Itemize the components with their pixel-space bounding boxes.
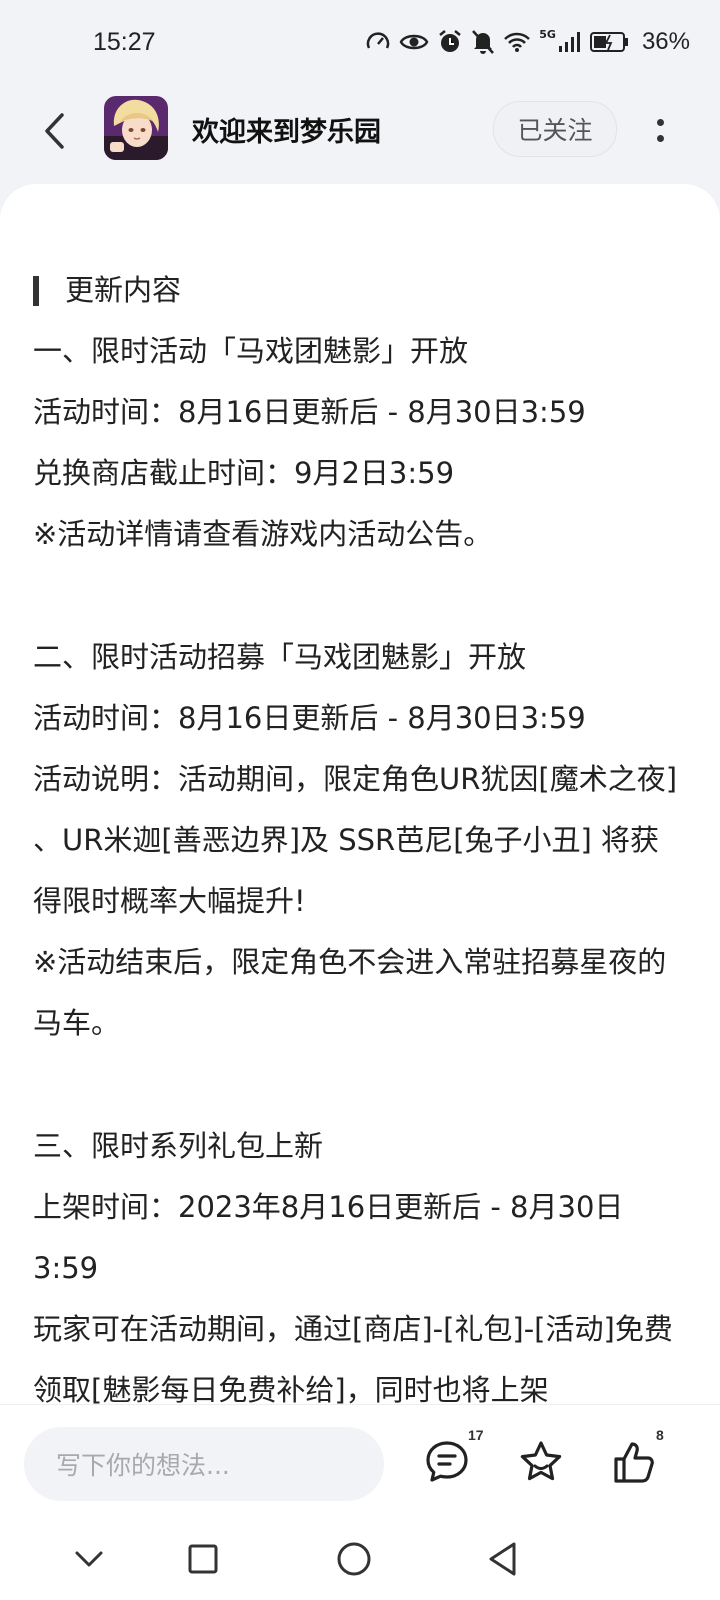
- eye-icon: [399, 34, 429, 50]
- more-dot-icon: [656, 134, 664, 142]
- nav-home-button[interactable]: [329, 1534, 379, 1584]
- network-type: 5G: [539, 28, 556, 41]
- nav-back-button[interactable]: [478, 1534, 528, 1584]
- follow-button[interactable]: 已关注: [493, 101, 617, 157]
- alarm-icon: [439, 30, 462, 52]
- more-options-button[interactable]: [645, 108, 675, 152]
- chevron-left-icon: [45, 113, 64, 149]
- activity-2-time: 活动时间：8月16日更新后 - 8月30日3:59: [33, 701, 586, 735]
- thumbs-up-icon: [614, 1442, 654, 1483]
- comment-icon: [426, 1441, 468, 1482]
- nav-recents-button[interactable]: [178, 1534, 228, 1584]
- activity-3-title: 三、限时系列礼包上新: [33, 1129, 324, 1163]
- comment-input[interactable]: 写下你的想法...: [24, 1427, 384, 1501]
- circle-icon: [337, 1542, 371, 1576]
- article-body: 更新内容 一、限时活动「马戏团魅影」开放 活动时间：8月16日更新后 - 8月3…: [33, 260, 688, 1404]
- status-icons: 5G 36%: [365, 28, 690, 56]
- battery-percent: 36%: [641, 28, 690, 55]
- status-bar: 15:27 5G 36%: [0, 0, 720, 90]
- comment-bar: 写下你的想法... 17 8: [0, 1404, 720, 1525]
- activity-2-title: 二、限时活动招募「马戏团魅影」开放: [33, 640, 527, 674]
- comment-count: 17: [468, 1427, 484, 1443]
- favorite-button[interactable]: [518, 1439, 566, 1487]
- section-title: 更新内容: [65, 273, 182, 307]
- section-marker: [33, 275, 39, 306]
- back-button[interactable]: [36, 106, 72, 156]
- comment-button[interactable]: 17: [424, 1427, 484, 1487]
- nav-hide-button[interactable]: [64, 1534, 114, 1584]
- more-dot-icon: [656, 118, 664, 126]
- like-count: 8: [656, 1427, 664, 1443]
- channel-title: 欢迎来到梦乐园: [192, 117, 381, 148]
- activity-1-shop-deadline: 兑换商店截止时间：9月2日3:59: [33, 456, 455, 490]
- battery-icon: [589, 32, 628, 52]
- activity-1-note: ※活动详情请查看游戏内活动公告。: [33, 517, 493, 551]
- activity-1-time: 活动时间：8月16日更新后 - 8月30日3:59: [33, 395, 586, 429]
- chevron-down-icon: [75, 1551, 103, 1567]
- wifi-icon: [504, 32, 531, 52]
- star-icon: [520, 1441, 562, 1481]
- channel-avatar[interactable]: [104, 96, 168, 160]
- activity-2-description: 活动说明：活动期间，限定角色UR犹因[魔术之夜] 、UR米迦[善恶边界]及 SS…: [33, 762, 678, 918]
- activity-1-title: 一、限时活动「马戏团魅影」开放: [33, 334, 469, 368]
- article-content[interactable]: 更新内容 一、限时活动「马戏团魅影」开放 活动时间：8月16日更新后 - 8月3…: [0, 184, 720, 1404]
- activity-3-time: 上架时间：2023年8月16日更新后 - 8月30日3:59: [33, 1190, 624, 1285]
- system-nav-bar: [0, 1524, 720, 1600]
- section-heading: 更新内容: [33, 260, 688, 321]
- activity-2-note: ※活动结束后，限定角色不会进入常驻招募星夜的马车。: [33, 945, 667, 1040]
- mute-icon: [472, 30, 495, 54]
- header: 欢迎来到梦乐园 已关注: [0, 92, 720, 172]
- square-icon: [188, 1544, 218, 1574]
- triangle-back-icon: [489, 1542, 516, 1576]
- status-time: 15:27: [93, 28, 156, 56]
- activity-3-description: 玩家可在活动期间，通过[商店]-[礼包]-[活动]免费领取[魅影每日免费补给]，…: [33, 1312, 673, 1404]
- speed-icon: [367, 32, 390, 49]
- signal-icon: [558, 32, 580, 52]
- like-button[interactable]: 8: [612, 1427, 664, 1487]
